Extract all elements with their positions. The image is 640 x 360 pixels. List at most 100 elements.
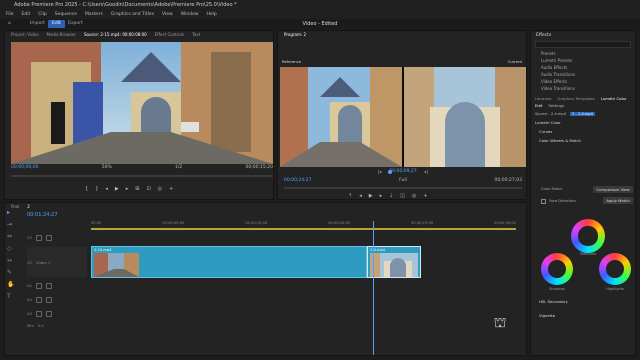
program-timecode-in[interactable]: 00;00;24;27 (284, 178, 311, 183)
add-icon[interactable]: + (169, 186, 173, 192)
solo-icon[interactable] (46, 310, 53, 317)
tab-media-browser[interactable]: Media Browser (47, 31, 77, 39)
track-a2[interactable]: A2 (27, 295, 53, 304)
menu-edit[interactable]: Edit (22, 11, 31, 19)
prev-ref-icon[interactable]: |◂ (378, 169, 381, 174)
subtab-settings[interactable]: Settings (548, 103, 564, 108)
add-icon[interactable]: + (423, 193, 427, 199)
tab-sequence-2[interactable]: 2 (27, 203, 30, 211)
source-scrubber[interactable] (11, 175, 273, 177)
ripple-edit-icon[interactable]: ⇔ (7, 233, 17, 240)
lumetri-fx-name[interactable]: Lumetri Color (531, 118, 635, 127)
effects-item-audio-transitions[interactable]: Audio Transitions (531, 71, 635, 78)
lock-icon[interactable] (36, 234, 43, 241)
lumetri-source[interactable]: Source - 2-4.mp4 (535, 112, 566, 116)
step-back-icon[interactable]: ◂ (105, 186, 108, 192)
tab-project[interactable]: Project: Video (11, 31, 39, 39)
effects-search-input[interactable] (535, 41, 631, 48)
tab-export[interactable]: Export (64, 20, 87, 28)
menu-markers[interactable]: Markers (85, 11, 103, 19)
mute-icon[interactable] (36, 296, 43, 303)
play-icon[interactable]: ▶ (115, 186, 119, 192)
effects-item-audio-effects[interactable]: Audio Effects (531, 64, 635, 71)
extract-icon[interactable]: ⇣ (389, 193, 393, 199)
mute-icon[interactable] (36, 310, 43, 317)
menu-sequence[interactable]: Sequence (55, 11, 77, 19)
lumetri-sequence[interactable]: 2 - 2-4.mp4 (570, 112, 595, 116)
tab-graphics-templates[interactable]: Graphics Templates (557, 96, 594, 101)
mark-in-icon[interactable]: { (85, 186, 88, 192)
overwrite-icon[interactable]: ⊡ (146, 186, 150, 192)
solo-icon[interactable] (46, 282, 53, 289)
clip-2-4[interactable]: 2-4.mp4 (367, 246, 421, 278)
section-color-wheels[interactable]: Color Wheels & Match (531, 136, 635, 145)
step-forward-icon[interactable]: ▸ (126, 186, 129, 192)
type-icon[interactable]: T (7, 293, 17, 300)
hand-icon[interactable]: ✋ (7, 281, 17, 288)
program-ratio-select[interactable]: Full (399, 178, 407, 183)
midtones-wheel[interactable] (571, 219, 605, 253)
menu-clip[interactable]: Clip (38, 11, 47, 19)
subtab-edit[interactable]: Edit (535, 103, 542, 108)
home-icon[interactable]: ⌂ (4, 20, 15, 28)
compare-icon[interactable]: ◫ (400, 193, 405, 199)
mark-out-icon[interactable]: } (95, 186, 98, 192)
apply-match-button[interactable]: Apply Match (603, 197, 633, 204)
clip-2-15[interactable]: 2-15.mp4 (91, 246, 367, 278)
menu-help[interactable]: Help (206, 11, 216, 19)
menu-graphics[interactable]: Graphics and Titles (111, 11, 154, 19)
tab-source[interactable]: Source: 2-15.mp4: 00:00:08:00 (84, 31, 147, 39)
step-back-icon[interactable]: ◂ (359, 193, 362, 199)
tab-import[interactable]: Import (26, 20, 49, 28)
source-zoom-select[interactable]: 50% (102, 165, 112, 170)
tab-effect-controls[interactable]: Effect Controls (155, 31, 184, 39)
tab-program[interactable]: Program: 2 (284, 31, 306, 39)
section-hsl[interactable]: HSL Secondary (539, 299, 568, 304)
effects-item-video-transitions[interactable]: Video Transitions (531, 85, 635, 92)
section-vignette[interactable]: Vignette (539, 313, 555, 318)
play-icon[interactable]: ▶ (369, 193, 373, 199)
timeline-timecode[interactable]: 00;01;24;27 (27, 212, 58, 218)
section-curves[interactable]: Curves (531, 127, 635, 136)
track-v1[interactable]: V1 Video 1 (27, 247, 87, 277)
track-v2[interactable]: V2 (27, 233, 53, 242)
effects-item-lumetri-presets[interactable]: Lumetri Presets (531, 57, 635, 64)
effects-item-video-effects[interactable]: Video Effects (531, 78, 635, 85)
mix-value[interactable]: 0.0 (38, 323, 44, 328)
insert-icon[interactable]: ⊞ (135, 186, 139, 192)
playhead[interactable] (373, 221, 374, 355)
step-forward-icon[interactable]: ▸ (380, 193, 383, 199)
menu-window[interactable]: Window (181, 11, 199, 19)
track-mix[interactable]: Mix 0.0 (27, 321, 44, 330)
program-scrubber[interactable] (284, 187, 522, 189)
menu-view[interactable]: View (162, 11, 173, 19)
reference-timecode[interactable]: 00;00;09;27 (389, 169, 416, 174)
menu-file[interactable]: File (6, 11, 14, 19)
tab-lumetri-color[interactable]: Lumetri Color (601, 96, 627, 101)
track-a1[interactable]: A1 (27, 281, 53, 290)
timeline-ruler[interactable]: 00;00 00;00;05;00 00;00;15;00 00;00;20;0… (91, 221, 516, 225)
tab-libraries[interactable]: Libraries (535, 96, 551, 101)
highlights-wheel[interactable] (599, 253, 631, 285)
source-timecode-in[interactable]: 00;00;00;00 (11, 165, 38, 170)
slip-icon[interactable]: ↔ (7, 257, 17, 264)
reference-playhead[interactable] (388, 170, 392, 174)
mute-icon[interactable] (36, 282, 43, 289)
work-area-bar[interactable] (91, 228, 516, 230)
comparison-view-button[interactable]: Comparison View (593, 186, 633, 193)
solo-icon[interactable] (46, 296, 53, 303)
eye-icon[interactable] (46, 234, 53, 241)
camera-icon[interactable]: ◎ (412, 193, 416, 199)
lift-icon[interactable]: ⇡ (348, 193, 352, 199)
tab-edit[interactable]: Edit (48, 20, 65, 28)
face-detection-checkbox[interactable] (541, 199, 546, 204)
pen-icon[interactable]: ✎ (7, 269, 17, 276)
export-frame-icon[interactable]: ◎ (158, 186, 162, 192)
shadows-wheel[interactable] (541, 253, 573, 285)
effects-item-presets[interactable]: Presets (531, 50, 635, 57)
source-ratio-select[interactable]: 1/2 (175, 165, 182, 170)
next-ref-icon[interactable]: ▸| (425, 169, 428, 174)
track-a3[interactable]: A3 (27, 309, 53, 318)
razor-icon[interactable]: ◇ (7, 245, 17, 252)
tab-text[interactable]: Text (192, 31, 200, 39)
